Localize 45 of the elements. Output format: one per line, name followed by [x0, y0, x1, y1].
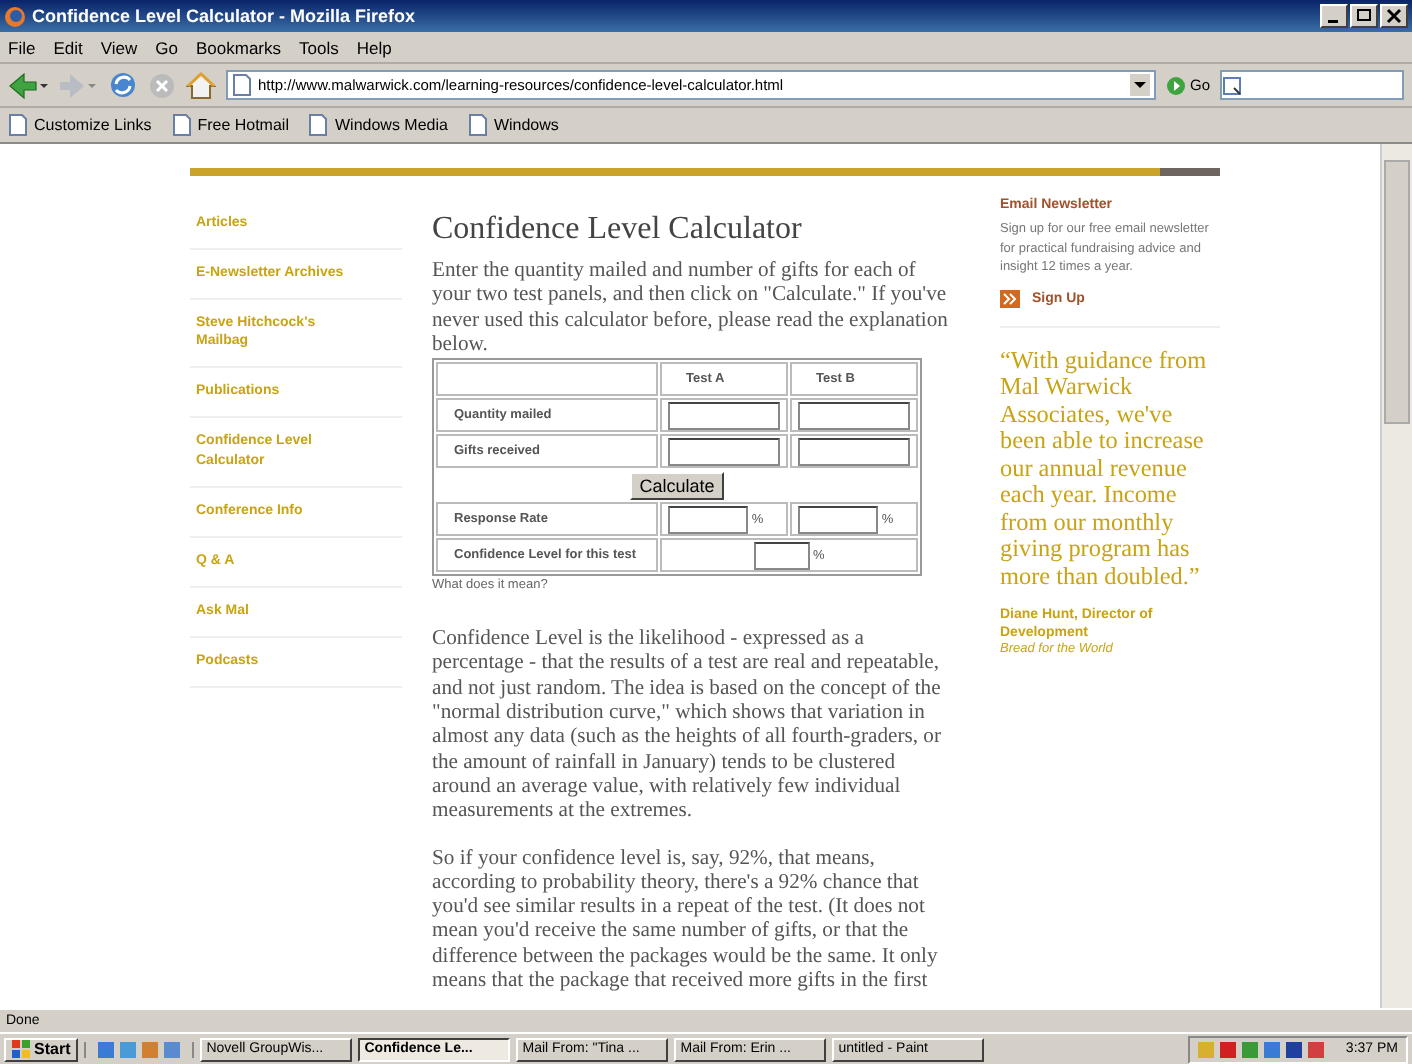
- page-icon: [467, 114, 488, 136]
- close-icon[interactable]: [1380, 4, 1408, 28]
- bookmark-link[interactable]: Free Hotmail: [197, 116, 289, 134]
- stop-icon[interactable]: [148, 71, 176, 99]
- calculate-button[interactable]: Calculate: [629, 471, 725, 500]
- output-field: [668, 505, 748, 534]
- testimonial-quote: “With guidance from Mal Warwick Associates, we've been able to increase our annual revenue each year. Income from our monthly giving program has more than doubled.”: [1000, 347, 1209, 590]
- output-field: [753, 541, 810, 570]
- body-paragraph: So if your confidence level is, say, 92%, that means, according to probability theory, there's a 92% chance that you'd see similar results in a repeat of the test. (It does not mean you'd receive the same number of gifts, or that the difference between the packages would be the same. It only means that the package that received more gifts in the first: [432, 847, 940, 995]
- windows-logo-icon: [12, 1040, 30, 1058]
- double-arrow-icon: [1000, 289, 1020, 307]
- page-icon: [8, 114, 28, 136]
- window-title: Confidence Level Calculator - Mozilla Firefox: [32, 6, 418, 26]
- scrollbar[interactable]: [1380, 144, 1412, 1008]
- maximize-icon[interactable]: [1350, 4, 1378, 28]
- minimize-icon[interactable]: [1320, 4, 1348, 28]
- menu-item[interactable]: Tools: [299, 37, 339, 57]
- input-field[interactable]: [668, 437, 780, 466]
- dropdown-icon[interactable]: [1129, 74, 1150, 96]
- bookmark-link[interactable]: Customize Links: [34, 116, 152, 134]
- menu-item[interactable]: File: [8, 37, 36, 57]
- page-title: Confidence Level Calculator: [432, 212, 804, 248]
- menu-item[interactable]: View: [100, 37, 138, 57]
- input-field[interactable]: [668, 401, 780, 430]
- intro-text: Enter the quantity mailed and number of gifts for each of your two test panels, and then click on "Calculate." If you've never used this calculator before, please read the explanation below.: [432, 260, 950, 359]
- page-icon: [171, 114, 192, 136]
- search-icon: [1222, 75, 1242, 95]
- bookmark-link[interactable]: Windows Media: [334, 116, 448, 134]
- app-icon: [4, 5, 26, 27]
- body-paragraph: Confidence Level is the likelihood - expressed as a percentage - that the results of a test are real and repeatable, and not just random. The idea is based on the concept of the "normal distribution curve," which shows that variation in almost any data (such as the heights of all fourth-graders, or the amount of rainfall in January) tends to be clustered around an average value, with relatively few individual measurements at the extremes.: [432, 628, 943, 826]
- output-field: [798, 505, 878, 534]
- page-icon: [308, 114, 329, 136]
- back-arrow-icon[interactable]: [8, 71, 48, 99]
- search-field[interactable]: [1220, 70, 1404, 100]
- bookmark-link[interactable]: Windows: [493, 116, 559, 134]
- page-icon: [232, 74, 252, 96]
- menu-item[interactable]: Help: [356, 37, 392, 57]
- input-field[interactable]: [798, 437, 910, 466]
- menu-item[interactable]: Bookmarks: [195, 37, 281, 57]
- home-icon[interactable]: [186, 71, 216, 99]
- menu-item[interactable]: Go: [155, 37, 178, 57]
- start-button[interactable]: Start: [4, 1037, 79, 1061]
- input-field[interactable]: [798, 401, 910, 430]
- menu-item[interactable]: Edit: [53, 37, 83, 57]
- reload-icon[interactable]: [108, 70, 138, 100]
